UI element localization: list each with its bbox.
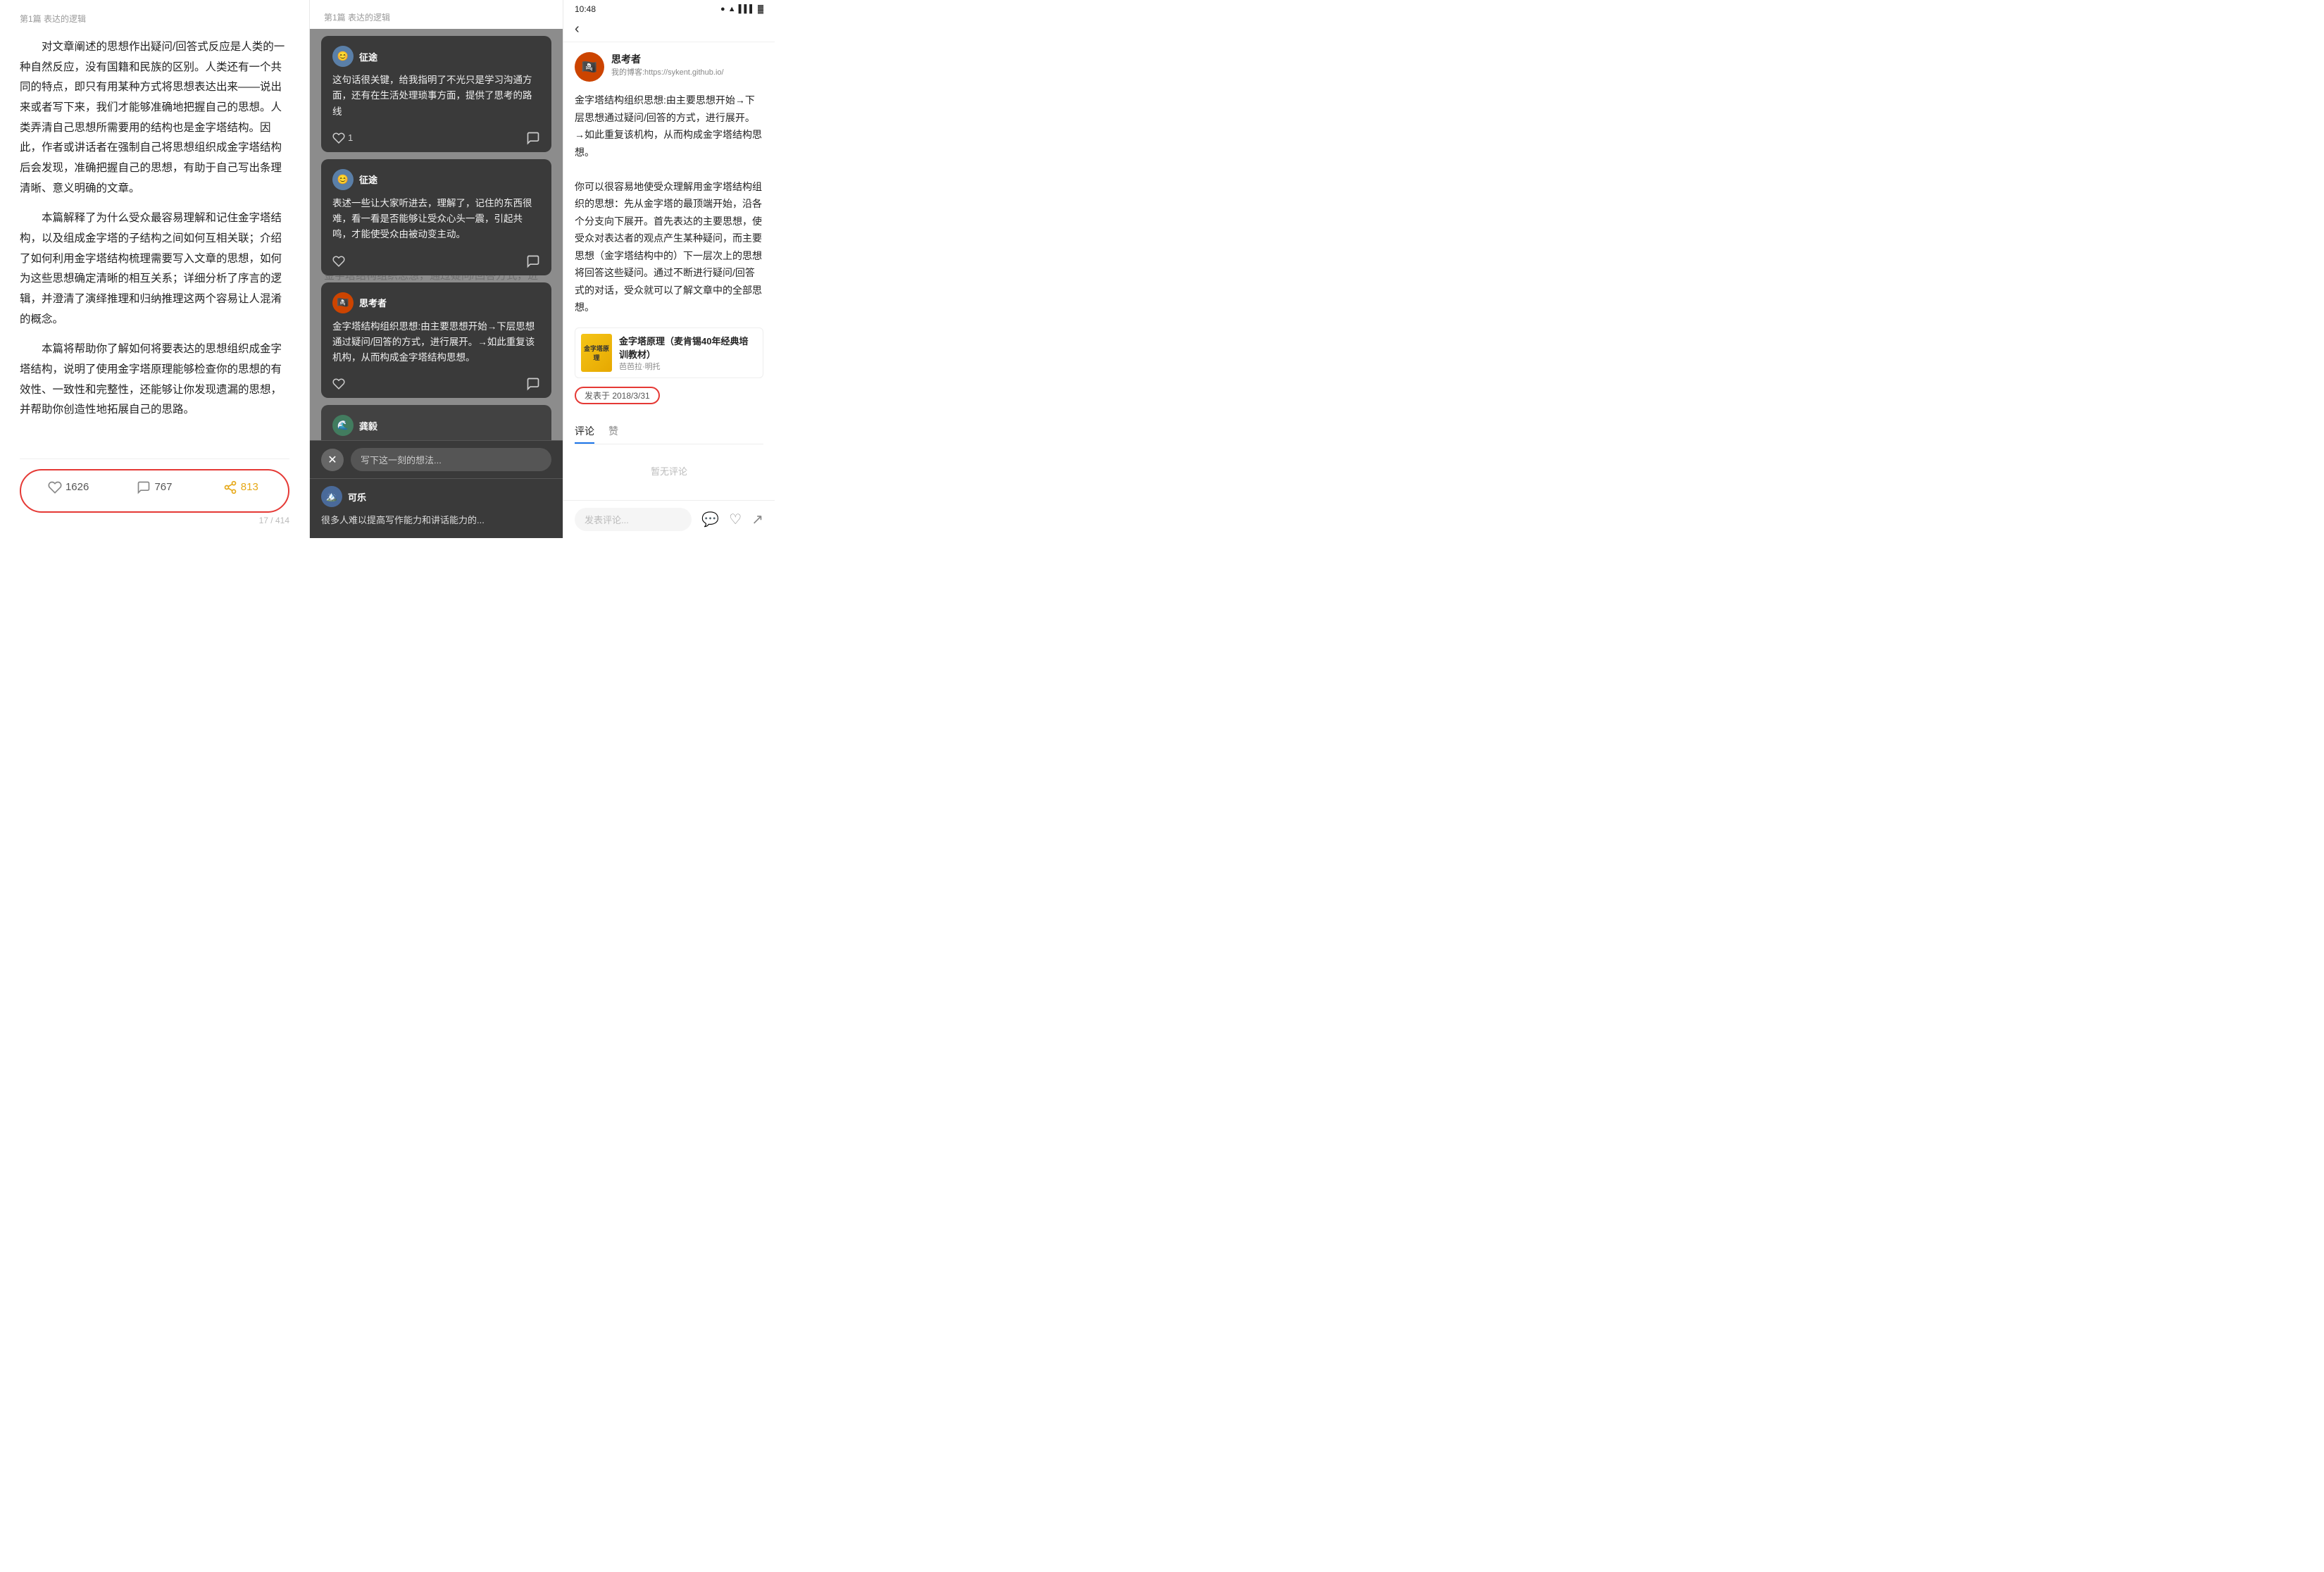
comment-card-3: 🏴‍☠️ 思考者 金字塔结构组织思想:由主要思想开始→下层思想通过疑问/回答的方… — [321, 282, 551, 399]
post-date: 发表于 2018/3/31 — [575, 387, 660, 404]
signal-icon: ▌▌▌ — [739, 5, 755, 13]
tab-comments[interactable]: 评论 — [575, 424, 594, 444]
partial-card-bottom: 🏔️ 可乐 很多人难以提高写作能力和讲话能力的... — [310, 478, 563, 537]
card-4-header: 🌊 龚毅 — [332, 415, 540, 436]
author-url[interactable]: 我的博客:https://sykent.github.io/ — [611, 66, 724, 77]
book-author: 芭芭拉·明托 — [619, 361, 757, 372]
comment-footer-icon[interactable]: 💬 — [701, 511, 719, 528]
statusbar-time: 10:48 — [575, 4, 596, 14]
article-para-3: 本篇将帮助你了解如何将要表达的思想组织成金字塔结构，说明了使用金字塔原理能够检查… — [20, 339, 289, 420]
author-avatar: 🏴‍☠️ — [575, 52, 604, 82]
comment-count: 767 — [154, 481, 172, 493]
comment-icon-3[interactable] — [526, 377, 540, 391]
comment-button[interactable]: 767 — [111, 473, 197, 501]
comment-icon-2[interactable] — [526, 254, 540, 268]
like-footer-icon[interactable]: ♡ — [729, 511, 742, 528]
card-1-header: 😊 征途 — [332, 46, 540, 67]
battery-icon: ● — [720, 5, 725, 13]
share-icon — [223, 480, 237, 494]
card-2-avatar: 😊 — [332, 169, 354, 190]
share-footer-icon[interactable]: ↗ — [751, 511, 763, 528]
partial-card-body: 很多人难以提高写作能力和讲话能力的... — [321, 513, 551, 528]
panel-comments-overlay: 第1篇 表达的逻辑 对文章阐述的思想作出疑问/回答式反应是人类的一种自然反应，没… — [310, 0, 563, 538]
card-3-header: 🏴‍☠️ 思考者 — [332, 292, 540, 313]
comment-card-2: 😊 征途 表述一些让大家听进去，理解了，记住的东西很难，看一看是否能够让受众心头… — [321, 159, 551, 275]
statusbar-icons: ● ▲ ▌▌▌ ▓ — [720, 5, 763, 13]
panel-post-detail: 10:48 ● ▲ ▌▌▌ ▓ ‹ 🏴‍☠️ 思考者 我的博客:https://… — [563, 0, 775, 538]
breadcrumb-2: 第1篇 表达的逻辑 — [310, 0, 563, 29]
comment-icon — [137, 480, 151, 494]
like-icon-3 — [332, 378, 345, 390]
like-icon-1 — [332, 132, 345, 144]
book-title: 金字塔原理（麦肯锡40年经典培训教材） — [619, 334, 757, 361]
card-2-username: 征途 — [359, 173, 377, 186]
share-count: 813 — [241, 481, 258, 493]
card-2-like[interactable] — [332, 255, 345, 268]
breadcrumb-1: 第1篇 表达的逻辑 — [20, 13, 289, 25]
post-content-area: 🏴‍☠️ 思考者 我的博客:https://sykent.github.io/ … — [563, 42, 775, 500]
date-row: 发表于 2018/3/31 — [575, 387, 763, 414]
article-para-1: 对文章阐述的思想作出疑问/回答式反应是人类的一种自然反应，没有国籍和民族的区别。… — [20, 37, 289, 199]
comment-icon-1[interactable] — [526, 131, 540, 145]
card-1-body: 这句话很关键，给我指明了不光只是学习沟通方面，还有在生活处理琐事方面，提供了思考… — [332, 73, 540, 120]
comment-input-3[interactable]: 发表评论... — [575, 508, 692, 531]
card-3-like[interactable] — [332, 378, 345, 390]
card-3-username: 思考者 — [359, 296, 387, 309]
card-1-avatar: 😊 — [332, 46, 354, 67]
wifi-icon: ▲ — [728, 5, 736, 13]
card-4-username: 龚毅 — [359, 419, 377, 432]
comments-overlay: 😊 征途 这句话很关键，给我指明了不光只是学习沟通方面，还有在生活处理琐事方面，… — [310, 29, 563, 440]
comment-card-1: 😊 征途 这句话很关键，给我指明了不光只是学习沟通方面，还有在生活处理琐事方面，… — [321, 36, 551, 152]
statusbar: 10:48 ● ▲ ▌▌▌ ▓ — [563, 0, 775, 15]
card-1-username: 征途 — [359, 50, 377, 63]
card-2-actions — [332, 250, 540, 268]
card-4-avatar: 🌊 — [332, 415, 354, 436]
card-1-actions: 1 — [332, 127, 540, 145]
share-button[interactable]: 813 — [198, 473, 284, 501]
panel3-footer: 发表评论... 💬 ♡ ↗ — [563, 500, 775, 538]
like-icon-2 — [332, 255, 345, 268]
article-body: 对文章阐述的思想作出疑问/回答式反应是人类的一种自然反应，没有国籍和民族的区别。… — [20, 37, 289, 453]
comment-input[interactable]: 写下这一刻的想法... — [351, 448, 551, 471]
nav-bar: ‹ — [563, 15, 775, 42]
heart-icon — [48, 480, 62, 494]
book-cover: 金字塔原理 — [581, 334, 612, 372]
card-3-body: 金字塔结构组织思想:由主要思想开始→下层思想通过疑问/回答的方式，进行展开。→如… — [332, 319, 540, 366]
card-1-like-count: 1 — [348, 132, 353, 143]
article-blur-bg: 对文章阐述的思想作出疑问/回答式反应是人类的一种自然反应，没有国籍和民族的区别。… — [310, 29, 563, 440]
action-row-highlight: 1626 767 813 — [20, 469, 289, 513]
article-footer: 1626 767 813 17 / 414 — [20, 458, 289, 525]
book-info: 金字塔原理（麦肯锡40年经典培训教材） 芭芭拉·明托 — [619, 334, 757, 372]
like-button[interactable]: 1626 — [25, 473, 111, 501]
empty-comment: 暂无评论 — [575, 451, 763, 490]
book-card[interactable]: 金字塔原理 金字塔原理（麦肯锡40年经典培训教材） 芭芭拉·明托 — [575, 328, 763, 378]
back-button[interactable]: ‹ — [575, 21, 580, 37]
author-name: 思考者 — [611, 52, 724, 66]
card-2-header: 😊 征途 — [332, 169, 540, 190]
author-info: 思考者 我的博客:https://sykent.github.io/ — [611, 52, 724, 77]
comment-card-4: 🌊 龚毅 其实基本上人人都需要，尤其是职场的每一个人。基本的职业化素养。 — [321, 405, 551, 440]
partial-card-header: 🏔️ 可乐 — [321, 486, 551, 507]
tabs-row: 评论 赞 — [575, 424, 763, 444]
card-1-like[interactable]: 1 — [332, 132, 353, 144]
close-button[interactable]: ✕ — [321, 449, 344, 471]
page-indicator: 17 / 414 — [20, 516, 289, 525]
partial-card-username: 可乐 — [348, 490, 366, 504]
card-2-body: 表述一些让大家听进去，理解了，记住的东西很难，看一看是否能够让受众心头一震，引起… — [332, 196, 540, 243]
tab-likes[interactable]: 赞 — [608, 424, 618, 444]
article-para-2: 本篇解释了为什么受众最容易理解和记住金字塔结构，以及组成金字塔的子结构之间如何互… — [20, 208, 289, 330]
battery-bar: ▓ — [758, 5, 763, 13]
action-row: 1626 767 813 — [25, 473, 284, 501]
panel2-bottom-bar: ✕ 写下这一刻的想法... — [310, 440, 563, 478]
post-text: 金字塔结构组织思想:由主要思想开始→下层思想通过疑问/回答的方式，进行展开。→如… — [575, 92, 763, 316]
author-row: 🏴‍☠️ 思考者 我的博客:https://sykent.github.io/ — [575, 52, 763, 82]
card-3-avatar: 🏴‍☠️ — [332, 292, 354, 313]
like-count: 1626 — [65, 481, 89, 493]
partial-card-avatar: 🏔️ — [321, 486, 342, 507]
card-3-actions — [332, 373, 540, 391]
panel-article: 第1篇 表达的逻辑 对文章阐述的思想作出疑问/回答式反应是人类的一种自然反应，没… — [0, 0, 310, 538]
